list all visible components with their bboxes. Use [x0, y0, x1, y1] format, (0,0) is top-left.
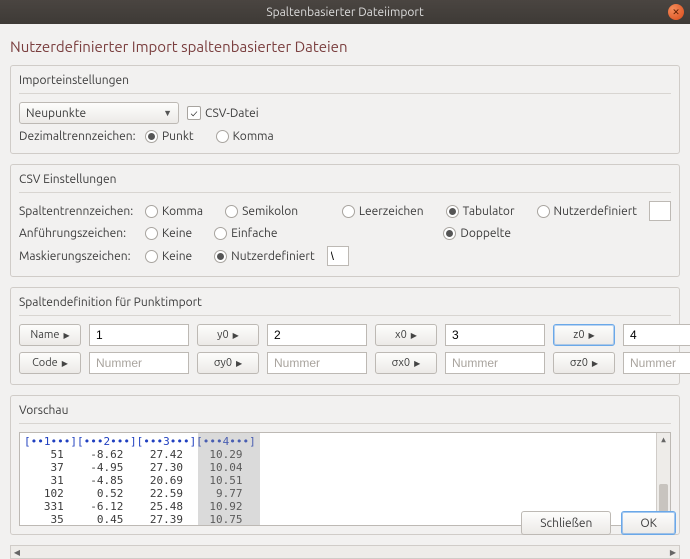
- window-title: Spaltenbasierter Dateiimport: [266, 6, 423, 19]
- import-type-dropdown[interactable]: Neupunkte ▼: [19, 102, 179, 124]
- col-btn-sx0[interactable]: σx0▶: [375, 352, 437, 374]
- col-input-z0[interactable]: [623, 324, 690, 346]
- group-csv-title: CSV Einstellungen: [19, 173, 671, 193]
- csv-checkbox[interactable]: ✓ CSV-Datei: [187, 106, 259, 120]
- radio-sep-tab[interactable]: Tabulator: [446, 205, 515, 218]
- esc-custom-input[interactable]: [327, 246, 349, 266]
- col-input-y0[interactable]: [267, 324, 367, 346]
- col-btn-y0[interactable]: y0▶: [197, 324, 259, 346]
- scroll-right-icon: ▶: [667, 546, 679, 558]
- col-input-sx0[interactable]: [445, 352, 545, 374]
- radio-icon: [216, 130, 229, 143]
- decimal-label: Dezimaltrennzeichen:: [19, 130, 137, 143]
- triangle-right-icon: ▶: [62, 359, 68, 368]
- content-hscroll[interactable]: ◀ ▶: [10, 545, 680, 559]
- group-import-title: Importeinstellungen: [19, 74, 671, 94]
- import-type-value: Neupunkte: [26, 107, 86, 120]
- group-preview-title: Vorschau: [19, 404, 671, 424]
- radio-decimal-komma[interactable]: Komma: [216, 130, 274, 143]
- col-input-code[interactable]: [89, 352, 189, 374]
- col-btn-code[interactable]: Code▶: [19, 352, 81, 374]
- quote-label: Anführungszeichen:: [19, 227, 137, 240]
- col-btn-x0[interactable]: x0▶: [375, 324, 437, 346]
- col-btn-name[interactable]: Name▶: [19, 324, 81, 346]
- radio-sep-nutzer[interactable]: Nutzerdefiniert: [537, 205, 638, 218]
- radio-quote-keine[interactable]: Keine: [145, 227, 192, 240]
- check-icon: ✓: [187, 106, 201, 120]
- radio-sep-komma[interactable]: Komma: [145, 205, 203, 218]
- radio-esc-nutzer[interactable]: Nutzerdefiniert: [214, 250, 315, 263]
- radio-esc-keine[interactable]: Keine: [145, 250, 192, 263]
- group-cols: Spaltendefinition für Punktimport Name▶ y…: [10, 287, 680, 385]
- triangle-right-icon: ▶: [414, 359, 420, 368]
- triangle-right-icon: ▶: [236, 359, 242, 368]
- radio-icon: [145, 130, 158, 143]
- close-button[interactable]: Schließen: [521, 511, 611, 535]
- col-input-sy0[interactable]: [267, 352, 367, 374]
- radio-quote-einfache[interactable]: Einfache: [214, 227, 277, 240]
- titlebar: Spaltenbasierter Dateiimport ✕: [0, 0, 690, 24]
- chevron-down-icon: ▼: [163, 108, 172, 118]
- scroll-left-icon: ◀: [11, 546, 23, 558]
- triangle-right-icon: ▶: [592, 359, 598, 368]
- col-input-sz0[interactable]: [623, 352, 690, 374]
- ok-button[interactable]: OK: [621, 511, 676, 535]
- close-icon[interactable]: ✕: [668, 4, 684, 20]
- col-btn-sz0[interactable]: σz0▶: [553, 352, 615, 374]
- group-csv: CSV Einstellungen Spaltentrennzeichen: K…: [10, 164, 680, 277]
- group-import: Importeinstellungen Neupunkte ▼ ✓ CSV-Da…: [10, 65, 680, 154]
- triangle-right-icon: ▶: [411, 331, 417, 340]
- group-cols-title: Spaltendefinition für Punktimport: [19, 296, 671, 316]
- sep-custom-input[interactable]: [649, 201, 671, 221]
- sep-label: Spaltentrennzeichen:: [19, 205, 137, 218]
- col-input-x0[interactable]: [445, 324, 545, 346]
- triangle-right-icon: ▶: [63, 331, 69, 340]
- esc-label: Maskierungszeichen:: [19, 250, 137, 263]
- radio-quote-doppelte[interactable]: Doppelte: [443, 227, 511, 240]
- page-title: Nutzerdefinierter Import spaltenbasierte…: [10, 34, 680, 65]
- triangle-right-icon: ▶: [589, 331, 595, 340]
- col-btn-z0[interactable]: z0▶: [553, 324, 615, 346]
- csv-checkbox-label: CSV-Datei: [205, 107, 259, 120]
- radio-sep-leer[interactable]: Leerzeichen: [342, 205, 424, 218]
- triangle-right-icon: ▶: [233, 331, 239, 340]
- radio-sep-semikolon[interactable]: Semikolon: [225, 205, 298, 218]
- scroll-up-icon: ▲: [657, 433, 670, 445]
- radio-decimal-punkt[interactable]: Punkt: [145, 130, 194, 143]
- col-input-name[interactable]: [89, 324, 189, 346]
- col-btn-sy0[interactable]: σy0▶: [197, 352, 259, 374]
